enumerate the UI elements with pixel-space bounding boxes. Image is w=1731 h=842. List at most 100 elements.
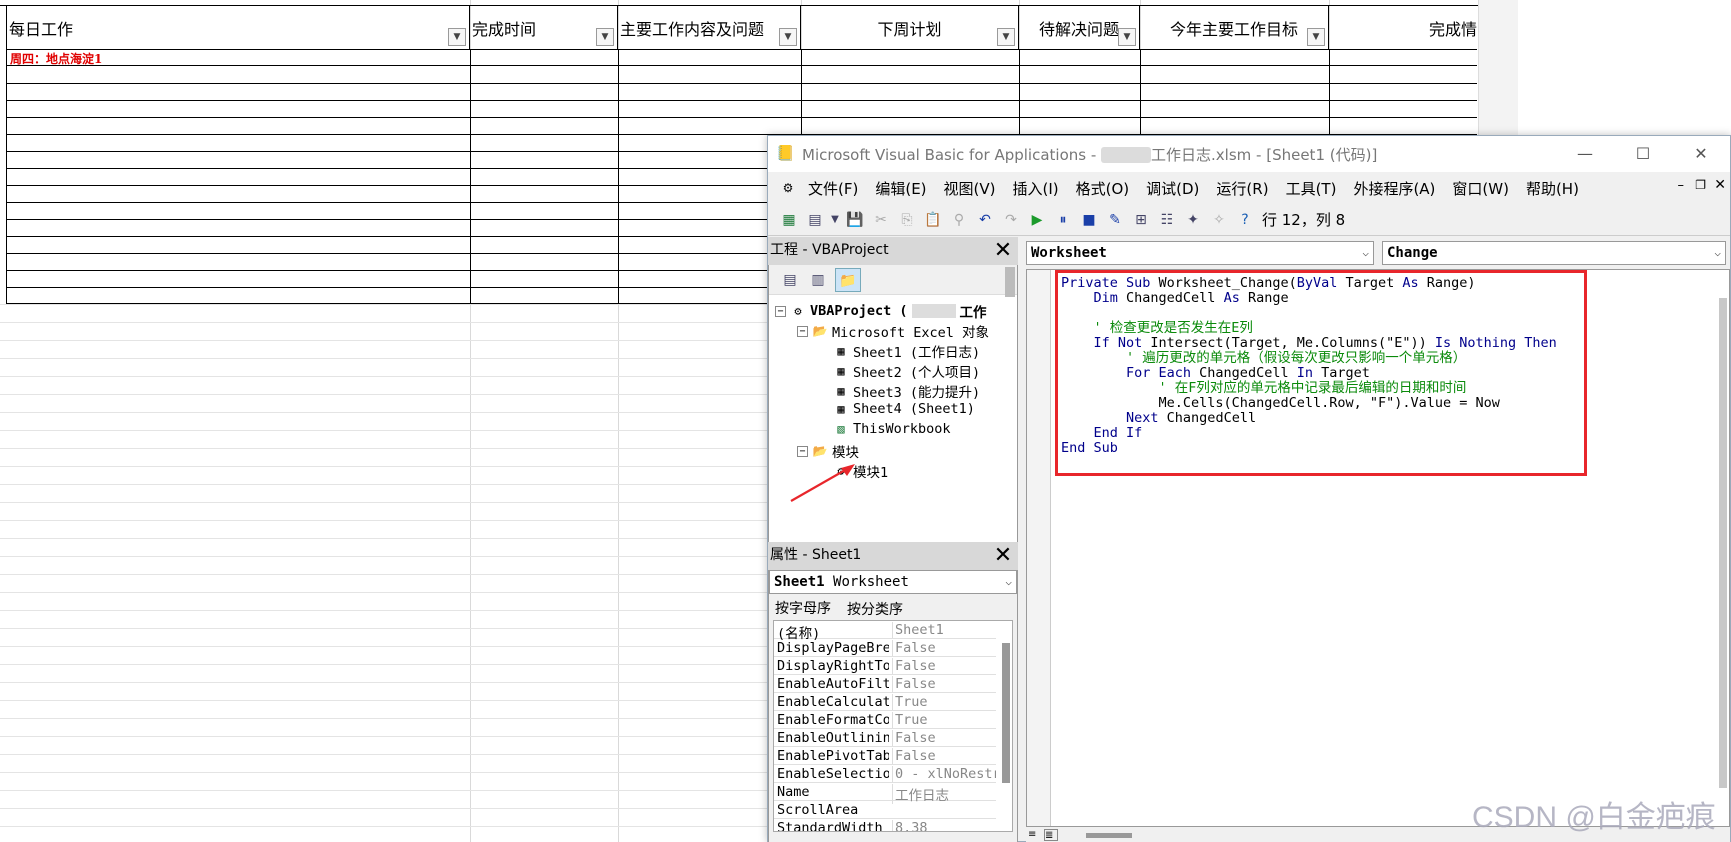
toolbox-icon[interactable]: ✧: [1206, 208, 1232, 232]
tree-item-sheet1[interactable]: ▦ Sheet1 (工作日志): [833, 341, 980, 361]
property-value[interactable]: False: [892, 730, 996, 746]
mdi-close-icon[interactable]: ✕: [1714, 177, 1726, 193]
property-row[interactable]: EnableOutlinin False: [774, 729, 996, 747]
design-mode-icon[interactable]: ✎: [1102, 208, 1128, 232]
menu-item[interactable]: 视图(V): [944, 178, 996, 199]
property-row[interactable]: ScrollArea: [774, 801, 996, 819]
toggle-folders-icon[interactable]: 📁: [835, 268, 861, 292]
insert-userform-icon[interactable]: ▤: [802, 208, 828, 232]
reset-icon[interactable]: ■: [1076, 208, 1102, 232]
properties-object-select[interactable]: Sheet1 Worksheet ⌵: [769, 570, 1017, 594]
break-icon[interactable]: ⏸: [1050, 208, 1076, 232]
procedure-select[interactable]: Change ⌵: [1382, 241, 1726, 265]
tab-alphabetic[interactable]: 按字母序: [775, 598, 831, 618]
menu-item[interactable]: 文件(F): [808, 178, 858, 199]
properties-scroll-thumb[interactable]: [1002, 643, 1010, 783]
filter-dropdown-icon[interactable]: ▼: [1307, 28, 1325, 46]
header-next-week[interactable]: 下周计划 ▼: [801, 6, 1019, 49]
property-value[interactable]: False: [892, 658, 996, 674]
property-value[interactable]: 8.38: [892, 820, 996, 831]
tree-folder-modules[interactable]: − 📂 模块: [797, 441, 859, 461]
code-editor[interactable]: Private Sub Worksheet_Change(ByVal Targe…: [1026, 269, 1730, 827]
procedure-view-icon[interactable]: ≡: [1028, 829, 1042, 841]
project-scroll-thumb[interactable]: [1005, 267, 1015, 297]
property-row[interactable]: EnableSelectio 0 - xlNoRestr: [774, 765, 996, 783]
object-browser-icon[interactable]: ✦: [1180, 208, 1206, 232]
property-row[interactable]: DisplayRightTo False: [774, 657, 996, 675]
property-row[interactable]: EnablePivotTab False: [774, 747, 996, 765]
minimize-button[interactable]: —: [1556, 136, 1614, 172]
menu-item[interactable]: 外接程序(A): [1353, 178, 1435, 199]
redo-icon[interactable]: ↷: [998, 208, 1024, 232]
filter-dropdown-icon[interactable]: ▼: [448, 28, 466, 46]
maximize-button[interactable]: ☐: [1614, 136, 1672, 172]
full-module-view-icon[interactable]: ≣: [1044, 829, 1058, 841]
filter-dropdown-icon[interactable]: ▼: [1118, 28, 1136, 46]
tree-folder-objects[interactable]: − 📂 Microsoft Excel 对象: [797, 321, 989, 341]
menu-item[interactable]: 调试(D): [1146, 178, 1199, 199]
property-row[interactable]: StandardWidth 8.38: [774, 819, 996, 831]
cell-a2[interactable]: 周四：地点海淀1: [10, 50, 102, 67]
header-completion[interactable]: 完成情: [1329, 6, 1477, 49]
collapse-icon[interactable]: −: [797, 445, 808, 457]
close-pane-icon[interactable]: ✕: [990, 238, 1016, 264]
tree-item-thisworkbook[interactable]: ▧ ThisWorkbook: [833, 421, 950, 437]
collapse-icon[interactable]: −: [775, 305, 786, 317]
tab-categorized[interactable]: 按分类序: [847, 599, 903, 619]
tree-item-sheet4[interactable]: ▦ Sheet4 (Sheet1): [833, 401, 975, 417]
header-daily-work[interactable]: 每日工作 ▼: [6, 6, 470, 49]
object-select[interactable]: Worksheet ⌵: [1026, 241, 1374, 265]
close-button[interactable]: ✕: [1672, 136, 1730, 172]
property-value[interactable]: True: [892, 712, 996, 728]
menu-item[interactable]: 工具(T): [1286, 178, 1337, 199]
view-code-icon[interactable]: ▤: [777, 268, 803, 292]
property-row[interactable]: EnableAutoFilt False: [774, 675, 996, 693]
tree-item-sheet3[interactable]: ▦ Sheet3 (能力提升): [833, 381, 980, 401]
property-value[interactable]: True: [892, 694, 996, 710]
property-value[interactable]: False: [892, 676, 996, 692]
property-value[interactable]: Sheet1: [892, 622, 996, 638]
property-value[interactable]: 0 - xlNoRestr: [892, 766, 996, 782]
paste-icon[interactable]: 📋: [920, 208, 946, 232]
undo-icon[interactable]: ↶: [972, 208, 998, 232]
code-vscroll[interactable]: [1719, 298, 1727, 788]
cut-icon[interactable]: ✂: [868, 208, 894, 232]
menu-item[interactable]: 窗口(W): [1452, 178, 1509, 199]
header-finish-time[interactable]: 完成时间 ▼: [470, 6, 618, 49]
header-main-content[interactable]: 主要工作内容及问题 ▼: [618, 6, 801, 49]
view-excel-icon[interactable]: ▦: [776, 208, 802, 232]
view-object-icon[interactable]: ▥: [805, 268, 831, 292]
find-icon[interactable]: ⚲: [946, 208, 972, 232]
menu-item[interactable]: 格式(O): [1076, 178, 1130, 199]
property-row[interactable]: EnableCalculat True: [774, 693, 996, 711]
project-explorer-icon[interactable]: ⊞: [1128, 208, 1154, 232]
vba-project-icon[interactable]: ⚙: [780, 181, 796, 195]
mdi-minimize-icon[interactable]: –: [1678, 178, 1685, 193]
filter-dropdown-icon[interactable]: ▼: [596, 28, 614, 46]
menu-item[interactable]: 编辑(E): [875, 178, 926, 199]
close-pane-icon[interactable]: ✕: [990, 543, 1016, 569]
filter-dropdown-icon[interactable]: ▼: [997, 28, 1015, 46]
property-value[interactable]: False: [892, 640, 996, 656]
collapse-icon[interactable]: −: [797, 325, 808, 337]
properties-window-icon[interactable]: ☷: [1154, 208, 1180, 232]
save-icon[interactable]: 💾: [842, 208, 868, 232]
header-year-goal[interactable]: 今年主要工作目标 ▼: [1140, 6, 1329, 49]
property-row[interactable]: EnableFormatCo True: [774, 711, 996, 729]
menu-item[interactable]: 帮助(H): [1526, 178, 1579, 199]
mdi-restore-icon[interactable]: ❐: [1695, 178, 1706, 192]
help-icon[interactable]: ?: [1232, 208, 1258, 232]
tree-item-sheet2[interactable]: ▦ Sheet2 (个人项目): [833, 361, 980, 381]
code-hscroll-thumb[interactable]: [1086, 833, 1132, 838]
tree-root[interactable]: − ⚙ VBAProject (工作: [775, 301, 987, 321]
insert-dropdown-icon[interactable]: ▼: [828, 208, 842, 232]
copy-icon[interactable]: ⎘: [894, 208, 920, 232]
property-row[interactable]: (名称) Sheet1: [774, 621, 996, 642]
header-pending-issues[interactable]: 待解决问题 ▼: [1019, 6, 1140, 49]
menu-item[interactable]: 插入(I): [1013, 178, 1059, 199]
property-row[interactable]: DisplayPageBre False: [774, 639, 996, 657]
filter-dropdown-icon[interactable]: ▼: [779, 28, 797, 46]
property-value[interactable]: False: [892, 748, 996, 764]
menu-item[interactable]: 运行(R): [1216, 178, 1268, 199]
property-row[interactable]: Name 工作日志: [774, 783, 996, 804]
